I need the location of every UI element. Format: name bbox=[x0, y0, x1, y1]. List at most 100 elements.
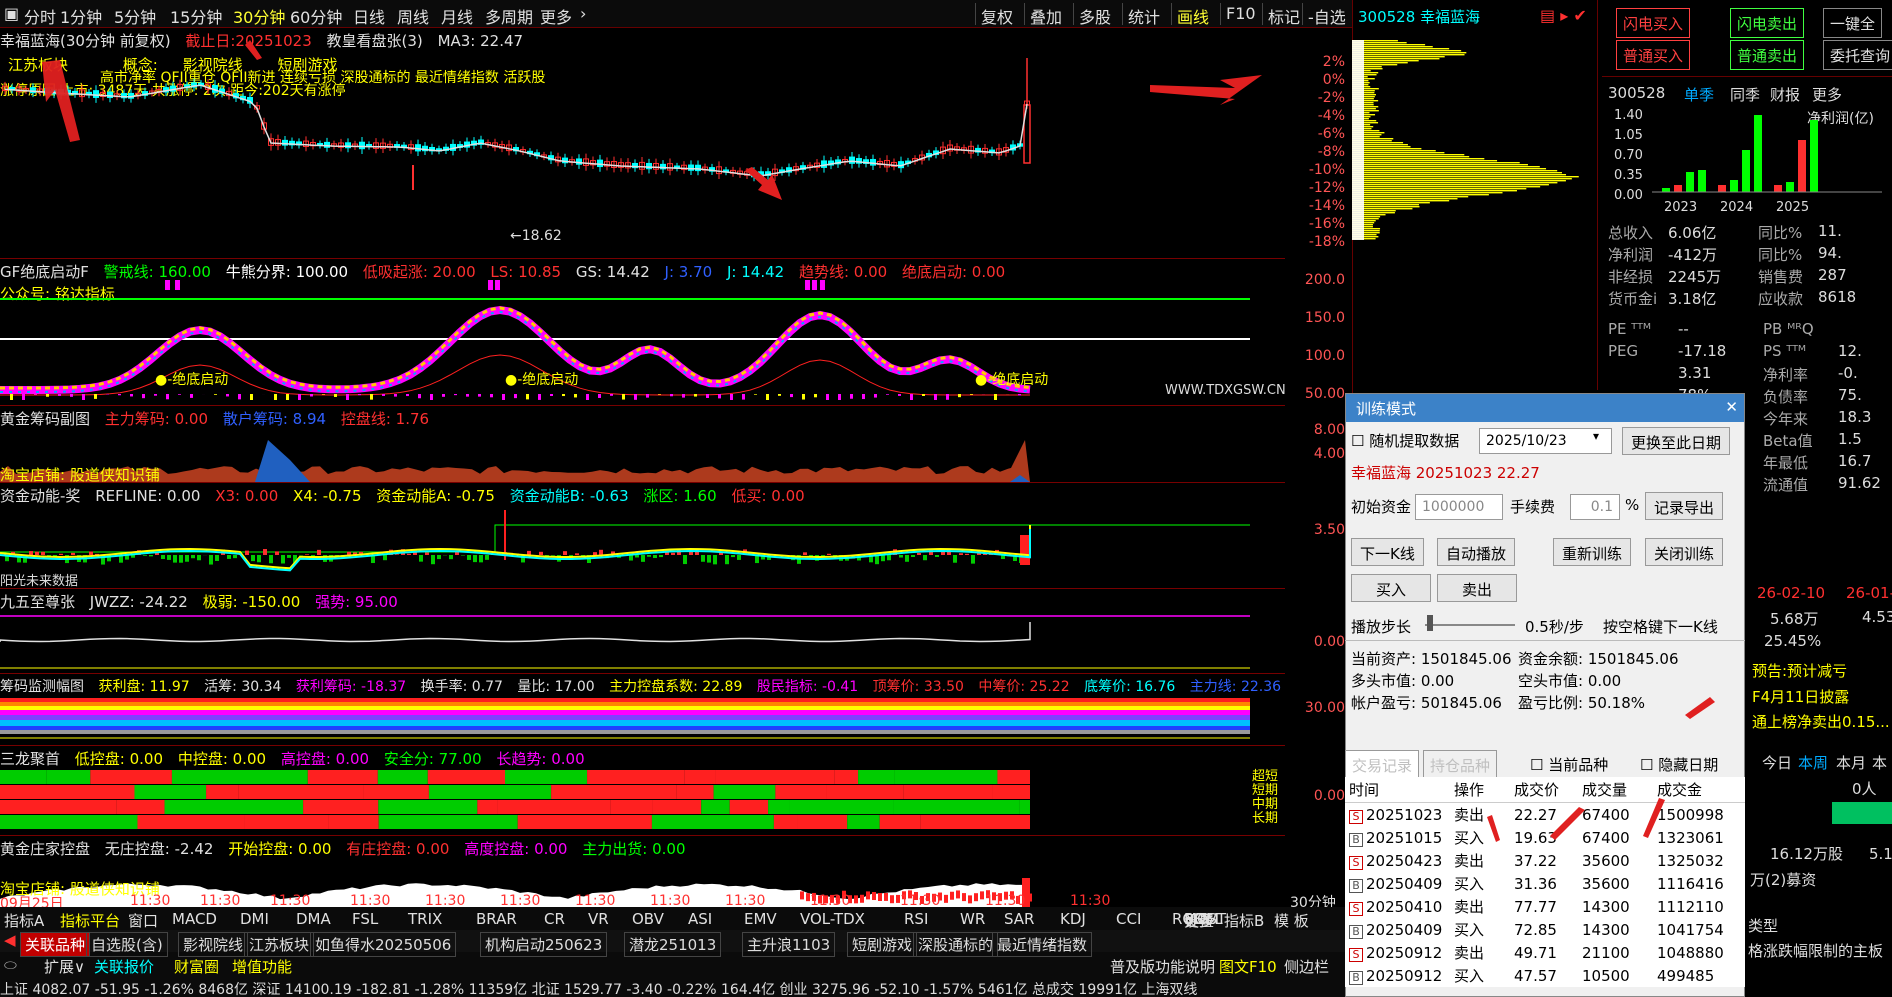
block-tab-5[interactable]: 机构启动250623 bbox=[480, 932, 608, 957]
sidebar-tab[interactable]: 侧边栏 bbox=[1280, 955, 1333, 978]
indicator-tab-17[interactable]: SAR bbox=[1000, 909, 1038, 929]
indicator-right-1[interactable]: 模 板 bbox=[1270, 909, 1313, 932]
period-week[interactable]: 本周 bbox=[1798, 752, 1828, 773]
hide-date-checkbox[interactable]: ☐ 隐藏日期 bbox=[1640, 754, 1718, 775]
period-tab-month[interactable]: 月线 bbox=[441, 4, 473, 28]
table-row[interactable]: B 20250912 买入 47.57 10500 499485 bbox=[1345, 964, 1745, 987]
flash-sell-button[interactable]: 闪电卖出 bbox=[1730, 8, 1805, 38]
period-month[interactable]: 本月 bbox=[1836, 752, 1866, 773]
table-row[interactable]: S 20250912 卖出 49.71 21100 1048880 bbox=[1345, 941, 1745, 964]
indicator-tab-4[interactable]: DMI bbox=[236, 909, 273, 929]
indicator-tab-5[interactable]: DMA bbox=[292, 909, 335, 929]
normal-buy-button[interactable]: 普通买入 bbox=[1616, 40, 1691, 70]
add-watchlist-button[interactable]: -自选 bbox=[1302, 3, 1351, 27]
fin-tab-more[interactable]: 更多 bbox=[1812, 84, 1842, 105]
fin-tab-same-quarter[interactable]: 同季 bbox=[1730, 84, 1760, 105]
table-row[interactable]: S 20250410 卖出 77.77 14300 1112110 bbox=[1345, 895, 1745, 918]
toggle-icon[interactable]: ⬭ bbox=[0, 955, 21, 975]
fin-tab-quarter[interactable]: 单季 bbox=[1684, 84, 1714, 105]
wealth-circle-tab[interactable]: 财富圈 bbox=[170, 955, 223, 978]
close-training-button[interactable]: 关闭训练 bbox=[1645, 538, 1724, 566]
one-key-button[interactable]: 一键全 bbox=[1823, 8, 1883, 38]
period-tab-day[interactable]: 日线 bbox=[353, 4, 385, 28]
period-tab-more[interactable]: 更多 bbox=[540, 4, 572, 28]
speed-slider-handle[interactable] bbox=[1427, 615, 1433, 631]
stats-button[interactable]: 统计 bbox=[1122, 3, 1165, 27]
block-tab-7[interactable]: 主升浪1103 bbox=[742, 932, 836, 957]
f10-button[interactable]: F10 bbox=[1220, 3, 1261, 25]
current-only-checkbox[interactable]: ☐ 当前品种 bbox=[1530, 754, 1608, 775]
block-tab-9[interactable]: 深股通标的 bbox=[913, 932, 999, 957]
period-tab-5min[interactable]: 5分钟 bbox=[114, 4, 156, 28]
period-today[interactable]: 今日 bbox=[1762, 752, 1792, 773]
indicator-tab-14[interactable]: VOL-TDX bbox=[796, 909, 869, 929]
fee-input[interactable]: 0.1 bbox=[1570, 494, 1620, 520]
indicator-tab-11[interactable]: OBV bbox=[628, 909, 668, 929]
related-quote-tab[interactable]: 关联报价 bbox=[90, 955, 158, 978]
indicator-tab-3[interactable]: MACD bbox=[168, 909, 221, 929]
overlay-button[interactable]: 叠加 bbox=[1024, 3, 1067, 27]
indicator-tab-0[interactable]: 指标A bbox=[0, 909, 48, 932]
candlestick-chart[interactable] bbox=[0, 50, 1285, 255]
indicator-tab-2[interactable]: 窗口 bbox=[124, 909, 162, 932]
draw-line-button[interactable]: 画线 bbox=[1171, 3, 1214, 27]
export-button[interactable]: 记录导出 bbox=[1645, 492, 1724, 520]
block-tab-2[interactable]: 影视院线 bbox=[178, 932, 249, 957]
table-row[interactable]: S 20251023 卖出 22.27 67400 1500998 bbox=[1345, 803, 1745, 827]
indicator-tab-26[interactable]: 设置 bbox=[1180, 909, 1218, 932]
sell-button[interactable]: 卖出 bbox=[1437, 574, 1517, 602]
indicator-tab-1[interactable]: 指标平台 bbox=[56, 909, 124, 932]
multi-stock-button[interactable]: 多股 bbox=[1073, 3, 1116, 27]
indicator-tab-16[interactable]: WR bbox=[956, 909, 989, 929]
indicator-tab-18[interactable]: KDJ bbox=[1056, 909, 1090, 929]
indicator-tab-12[interactable]: ASI bbox=[684, 909, 716, 929]
flash-buy-button[interactable]: 闪电买入 bbox=[1616, 8, 1691, 38]
restore-right-button[interactable]: 复权 bbox=[975, 3, 1018, 27]
block-tab-10[interactable]: 最近情绪指数 bbox=[992, 932, 1093, 957]
indicator-tab-19[interactable]: CCI bbox=[1112, 909, 1145, 929]
speed-slider[interactable] bbox=[1425, 624, 1515, 626]
chevron-down-icon[interactable]: ▾ bbox=[1593, 429, 1599, 443]
next-bar-button[interactable]: 下一K线 bbox=[1351, 538, 1424, 566]
basic-help-tab[interactable]: 普及版功能说明 bbox=[1106, 955, 1219, 978]
block-tab-3[interactable]: 江苏板块 bbox=[244, 932, 315, 957]
signal-icons[interactable]: ▤ ▸ ✔ bbox=[1540, 6, 1587, 25]
fin-tab-report[interactable]: 财报 bbox=[1770, 84, 1800, 105]
change-date-button[interactable]: 更换至此日期 bbox=[1622, 427, 1731, 455]
block-tab-0[interactable]: 关联品种 bbox=[20, 932, 91, 957]
mark-button[interactable]: 标记 bbox=[1262, 3, 1305, 27]
indicator-tab-6[interactable]: FSL bbox=[348, 909, 382, 929]
close-icon[interactable]: ✕ bbox=[1725, 398, 1738, 416]
table-row[interactable]: B 20250409 买入 72.85 14300 1041754 bbox=[1345, 918, 1745, 941]
retrain-button[interactable]: 重新训练 bbox=[1553, 538, 1632, 566]
block-tab-4[interactable]: 如鱼得水20250506 bbox=[310, 932, 457, 957]
period-tab-week[interactable]: 周线 bbox=[397, 4, 429, 28]
period-tab-1min[interactable]: 1分钟 bbox=[60, 4, 102, 28]
period-tab-15min[interactable]: 15分钟 bbox=[170, 4, 222, 28]
indicator-tab-9[interactable]: CR bbox=[540, 909, 569, 929]
table-row[interactable]: S 20250423 卖出 37.22 35600 1325032 bbox=[1345, 849, 1745, 872]
period-tab-30min[interactable]: 30分钟 bbox=[233, 4, 285, 28]
expand-tab[interactable]: 扩展∨ bbox=[40, 955, 89, 978]
tabs-left-arrow-icon[interactable]: ◀ bbox=[0, 930, 20, 950]
block-tab-6[interactable]: 潜龙251013 bbox=[624, 932, 722, 957]
f10-text-tab[interactable]: 图文F10 bbox=[1215, 955, 1281, 978]
period-tab-fenshi[interactable]: 分时 bbox=[24, 4, 56, 28]
period-tab-60min[interactable]: 60分钟 bbox=[290, 4, 342, 28]
order-query-button[interactable]: 委托查询 bbox=[1823, 40, 1892, 70]
table-row[interactable]: B 20250409 买入 31.36 35600 1116416 bbox=[1345, 872, 1745, 895]
auto-play-button[interactable]: 自动播放 bbox=[1437, 538, 1516, 566]
indicator-tab-13[interactable]: EMV bbox=[740, 909, 781, 929]
buy-button[interactable]: 买入 bbox=[1351, 574, 1431, 602]
tab-holdings[interactable]: 持仓品种 bbox=[1423, 750, 1498, 778]
random-checkbox[interactable]: ☐ 随机提取数据 bbox=[1351, 430, 1459, 451]
indicator-tab-7[interactable]: TRIX bbox=[404, 909, 446, 929]
indicator-tab-10[interactable]: VR bbox=[584, 909, 613, 929]
block-tab-1[interactable]: 自选股(含) bbox=[86, 932, 168, 957]
value-added-tab[interactable]: 增值功能 bbox=[228, 955, 296, 978]
initial-cash-input[interactable]: 1000000 bbox=[1415, 494, 1503, 520]
indicator-tab-15[interactable]: RSI bbox=[900, 909, 932, 929]
indicator-tab-8[interactable]: BRAR bbox=[472, 909, 521, 929]
normal-sell-button[interactable]: 普通卖出 bbox=[1730, 40, 1805, 70]
table-row[interactable]: B 20251015 买入 19.63 67400 1323061 bbox=[1345, 826, 1745, 849]
